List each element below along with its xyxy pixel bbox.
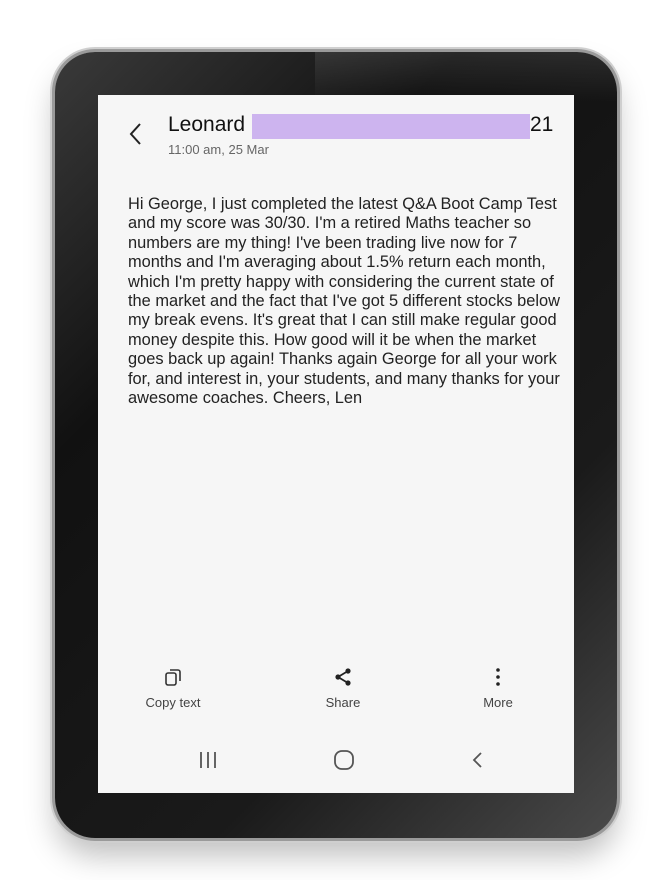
share-button[interactable]: Share	[293, 663, 393, 710]
copy-icon	[123, 663, 223, 691]
back-button[interactable]	[126, 121, 146, 147]
message-body: Hi George, I just completed the latest Q…	[128, 195, 560, 408]
share-icon	[293, 663, 393, 691]
sender-name: Leonard	[168, 113, 246, 136]
share-label: Share	[325, 695, 361, 710]
home-icon	[334, 750, 354, 770]
home-button[interactable]	[324, 748, 364, 772]
action-bar: Copy text Share More	[98, 663, 574, 723]
screen: Leonard 21 11:00 am, 25 Mar Hi George, I…	[98, 95, 574, 793]
more-vertical-icon	[448, 663, 548, 691]
recents-icon	[200, 752, 216, 768]
recents-button[interactable]	[188, 748, 228, 772]
nav-back-button[interactable]	[458, 748, 498, 772]
redaction-bar	[252, 114, 530, 139]
sender-number-suffix: 21	[530, 113, 554, 136]
chevron-left-icon	[129, 123, 141, 145]
message-timestamp: 11:00 am, 25 Mar	[168, 142, 269, 157]
system-navigation-bar	[98, 740, 574, 780]
copy-text-label: Copy text	[145, 695, 201, 710]
back-icon	[472, 752, 482, 768]
more-button[interactable]: More	[448, 663, 548, 710]
message-header: Leonard 21 11:00 am, 25 Mar	[98, 95, 574, 165]
copy-text-button[interactable]: Copy text	[123, 663, 223, 710]
more-label: More	[483, 695, 513, 710]
